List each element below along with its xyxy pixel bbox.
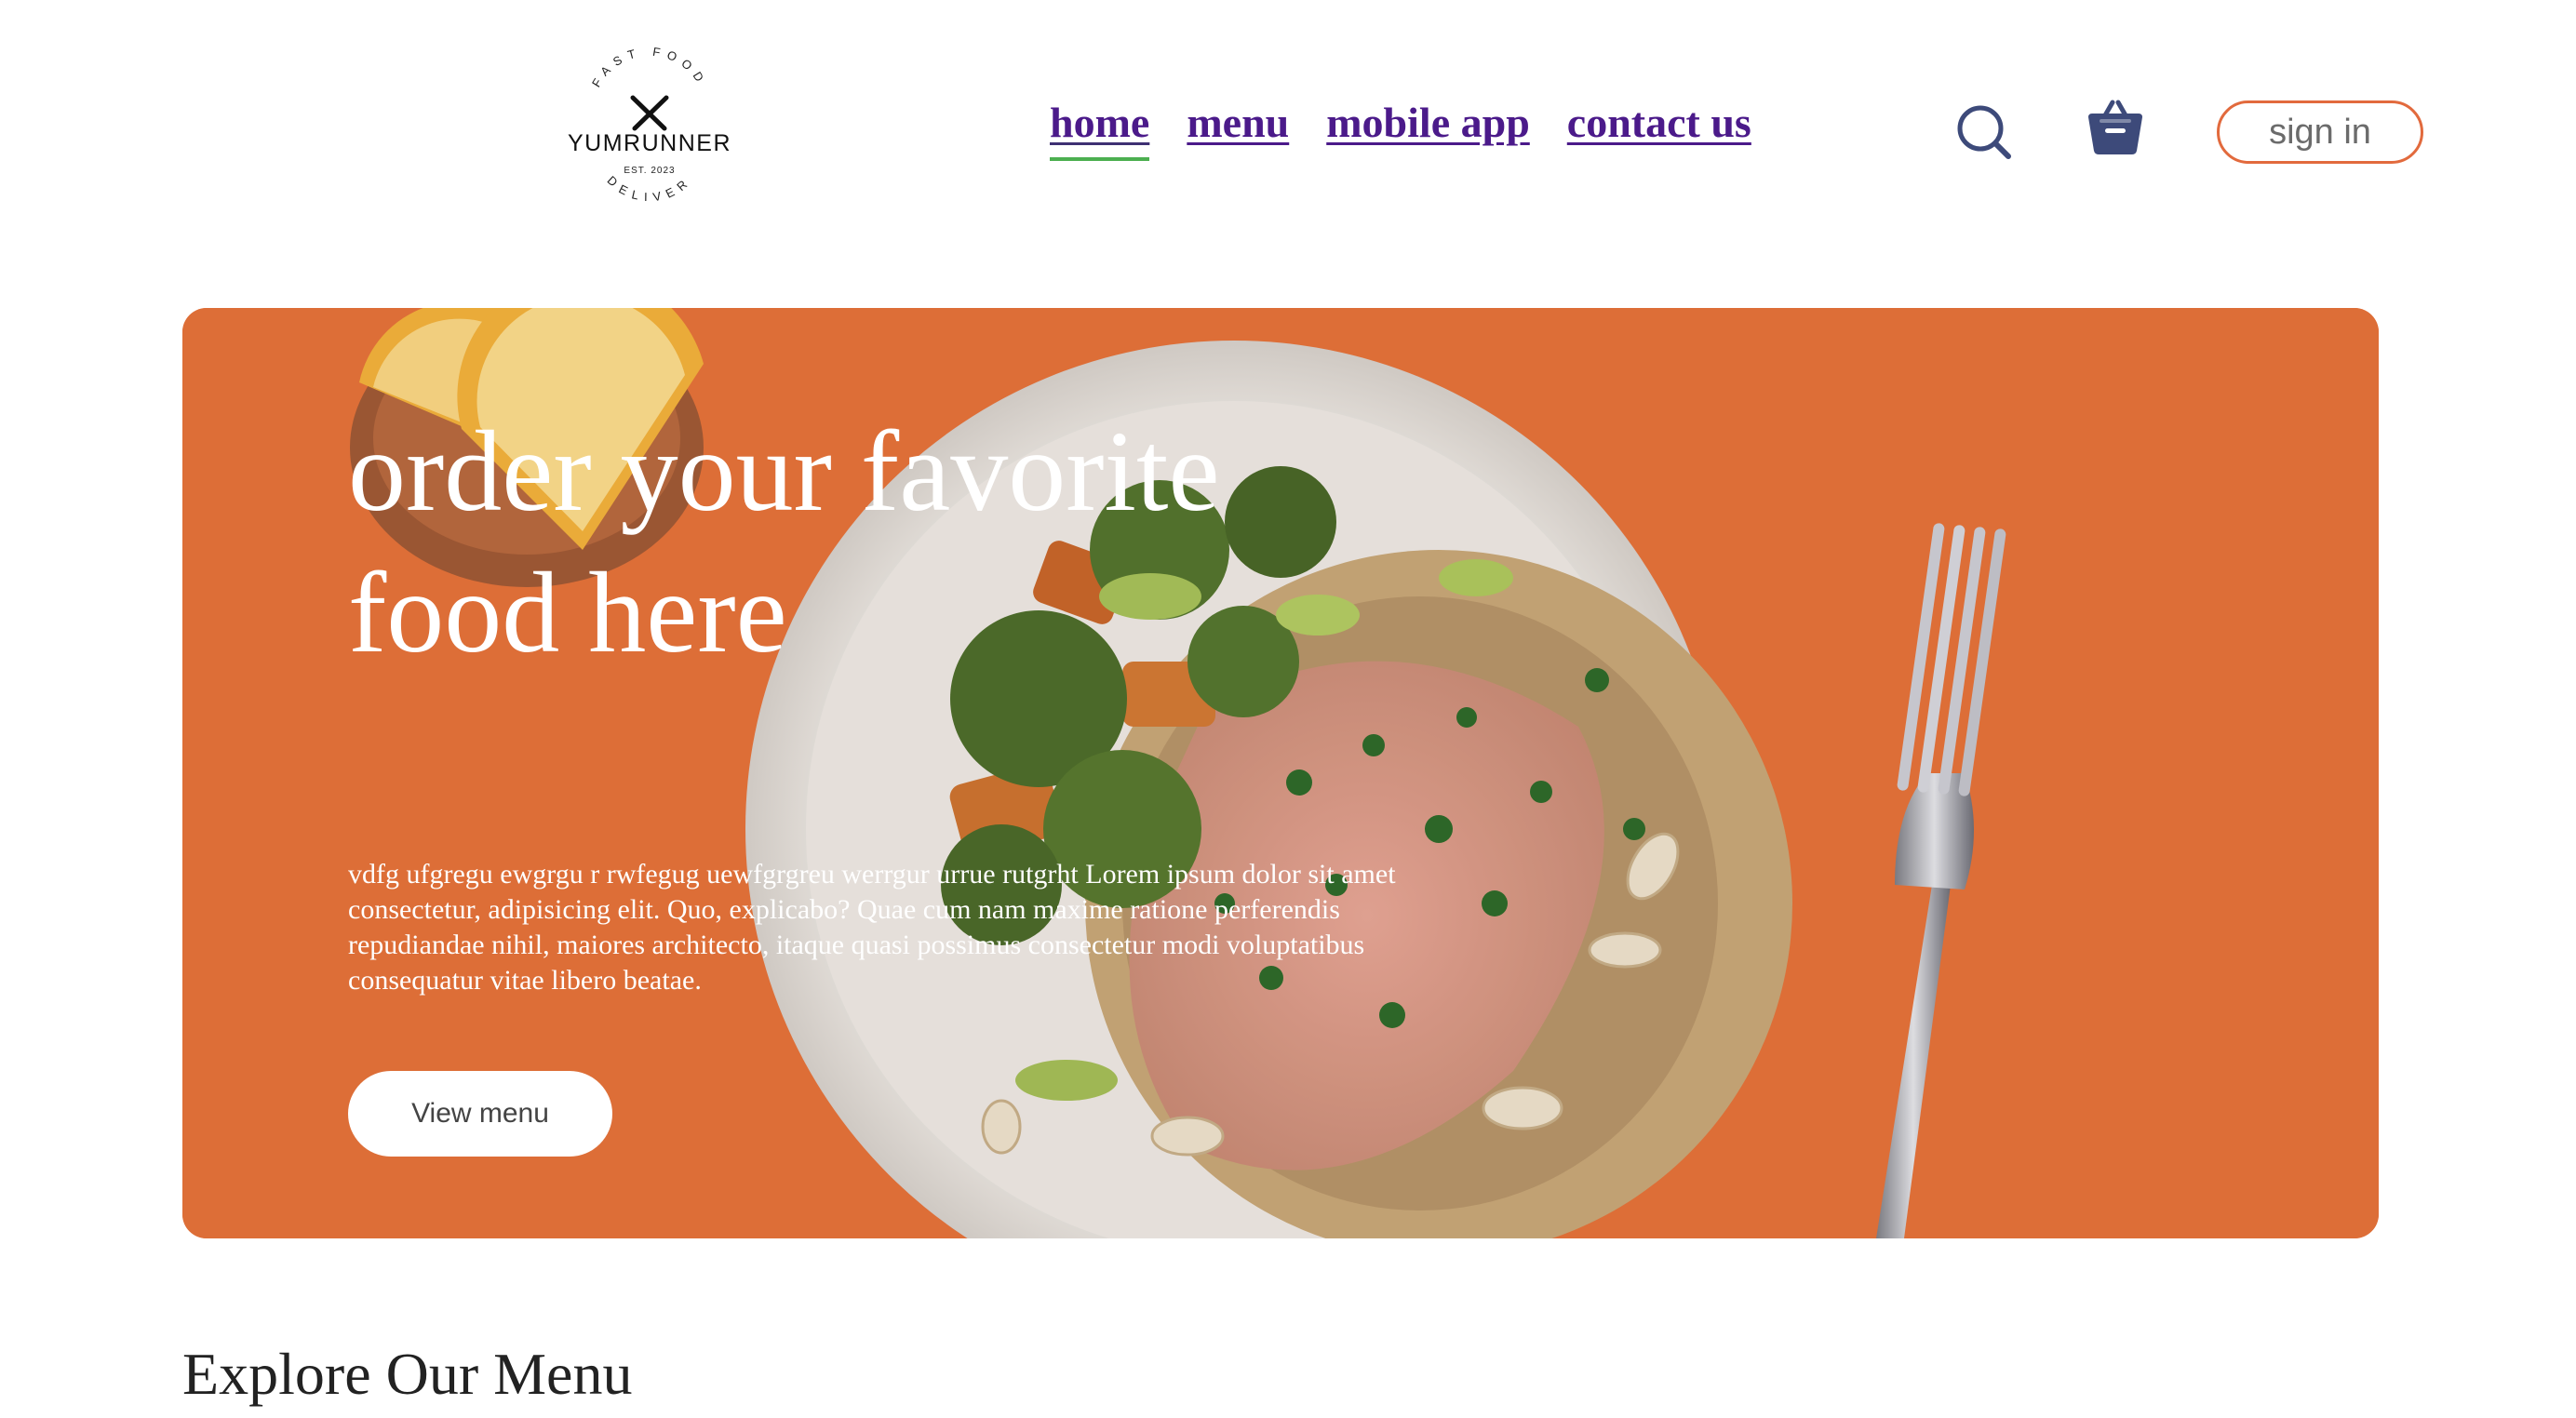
sign-in-button[interactable]: sign in xyxy=(2217,100,2423,164)
basket-icon[interactable] xyxy=(2085,97,2146,158)
logo-est: EST. 2023 xyxy=(624,166,675,176)
logo-brand: YUMRUNNER xyxy=(568,130,731,156)
nav-link-mobile-app[interactable]: mobile app xyxy=(1326,97,1530,148)
main-nav: home menu mobile app contact us xyxy=(1050,97,1751,162)
hero-banner: order your favorite food here vdfg ufgre… xyxy=(182,308,2379,1238)
hero-title-line-1: order your favorite xyxy=(348,408,1220,535)
svg-text:DELIVER: DELIVER xyxy=(605,173,695,204)
logo-emblem: FAST FOOD YUMRUNNER EST. 2023 DELIVER xyxy=(568,47,731,204)
explore-menu-heading: Explore Our Menu xyxy=(182,1341,633,1407)
navbar: FAST FOOD YUMRUNNER EST. 2023 DELIVER ho… xyxy=(0,0,2576,261)
nav-link-contact-us[interactable]: contact us xyxy=(1567,97,1751,148)
hero-description: vdfg ufgregu ewgrgu r rwfegug uewfgrgreu… xyxy=(348,859,1396,996)
logo-top-text: FAST FOOD xyxy=(589,47,704,89)
search-icon[interactable] xyxy=(1954,102,2014,162)
logo-bottom-text: DELIVER xyxy=(605,173,689,204)
hero-title: order your favorite food here xyxy=(348,401,1465,684)
brand-logo[interactable]: FAST FOOD YUMRUNNER EST. 2023 DELIVER xyxy=(557,47,743,210)
crossed-knives-icon xyxy=(630,95,669,131)
hero-title-line-2: food here xyxy=(348,549,787,676)
nav-link-menu[interactable]: menu xyxy=(1187,97,1289,148)
nav-link-home[interactable]: home xyxy=(1050,97,1150,162)
svg-text:FAST FOOD: FAST FOOD xyxy=(589,47,710,89)
view-menu-button[interactable]: View menu xyxy=(348,1071,612,1157)
